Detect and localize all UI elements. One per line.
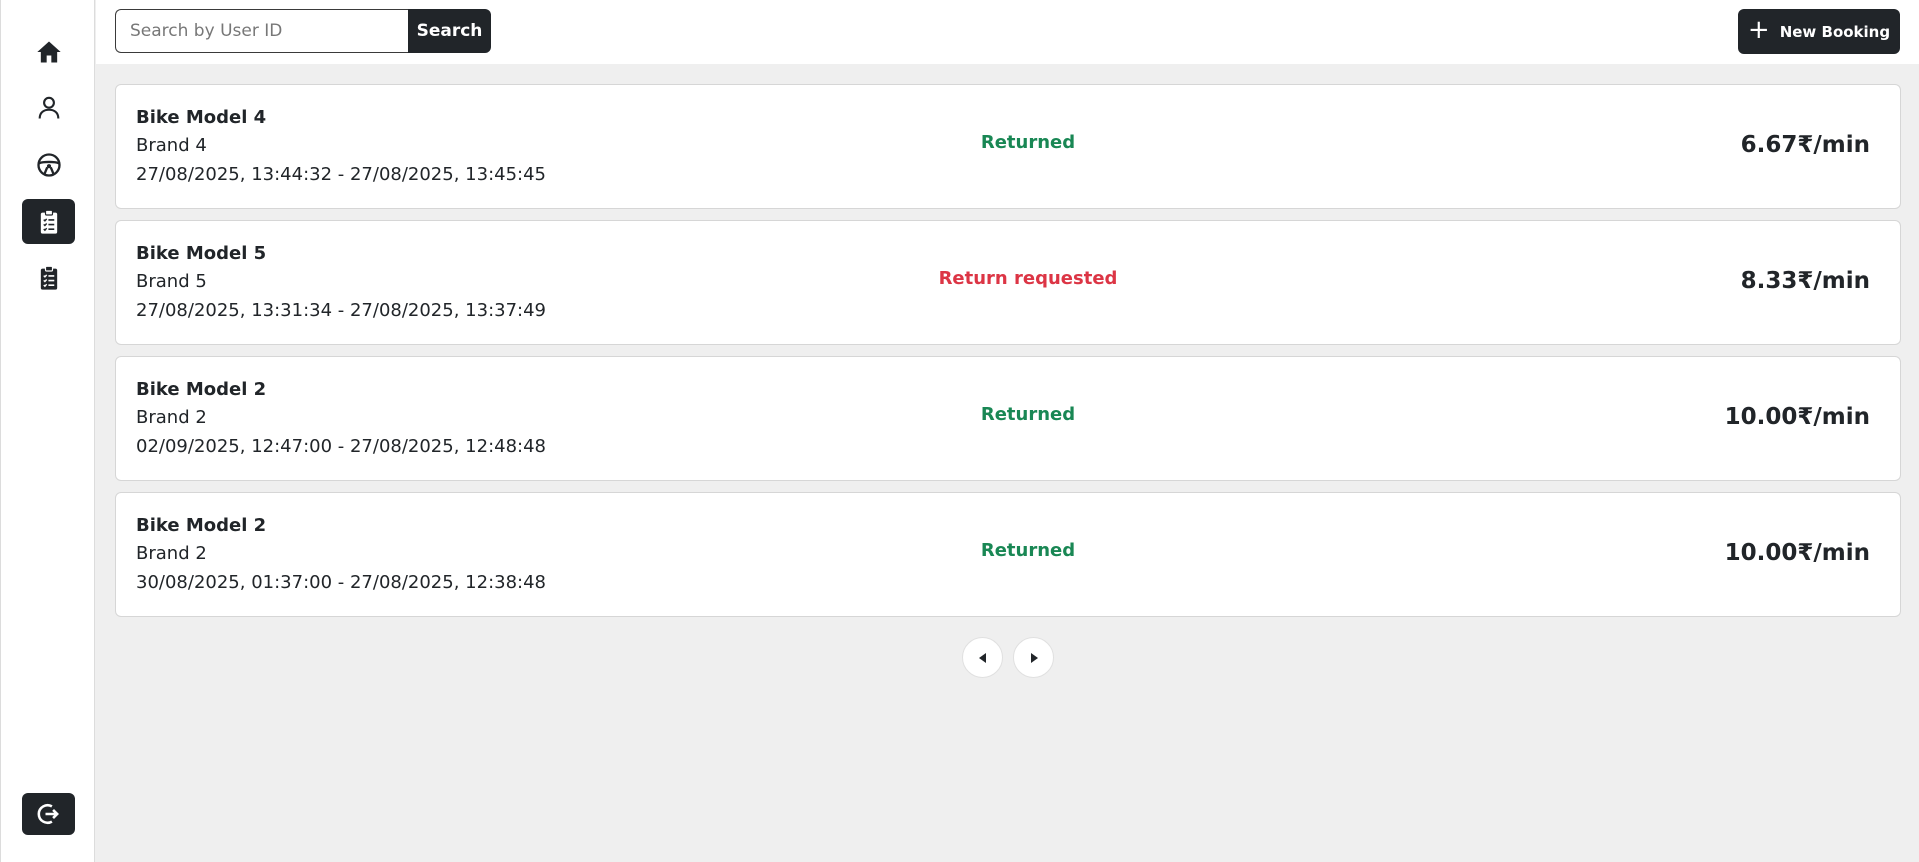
booking-price: 6.67₹/min — [1740, 132, 1870, 158]
search-button[interactable]: Search — [408, 9, 491, 53]
booking-dates: 30/08/2025, 01:37:00 - 27/08/2025, 12:38… — [136, 572, 547, 593]
booking-dates: 27/08/2025, 13:44:32 - 27/08/2025, 13:45… — [136, 164, 547, 185]
steering-wheel-icon — [36, 152, 61, 177]
logout-icon — [37, 803, 59, 825]
status-badge: Returned — [980, 540, 1076, 561]
new-booking-label: New Booking — [1779, 22, 1891, 41]
booking-price: 8.33₹/min — [1740, 268, 1870, 294]
bike-model: Bike Model 2 — [136, 515, 267, 536]
bike-model: Bike Model 4 — [136, 107, 267, 128]
caret-right-icon — [1030, 652, 1038, 663]
sidebar-item-vehicles[interactable] — [22, 142, 75, 187]
booking-card[interactable]: Bike Model 4 Brand 4 27/08/2025, 13:44:3… — [115, 84, 1901, 209]
search-input[interactable] — [115, 9, 408, 53]
booking-card[interactable]: Bike Model 5 Brand 5 27/08/2025, 13:31:3… — [115, 220, 1901, 345]
new-booking-button[interactable]: + New Booking — [1738, 9, 1900, 54]
booking-dates: 27/08/2025, 13:31:34 - 27/08/2025, 13:37… — [136, 300, 547, 321]
search-group: Search — [115, 9, 491, 53]
caret-left-icon — [978, 652, 986, 663]
sidebar — [0, 0, 95, 862]
booking-list: Bike Model 4 Brand 4 27/08/2025, 13:44:3… — [115, 84, 1901, 628]
status-badge: Returned — [980, 132, 1076, 153]
sidebar-item-requests[interactable] — [22, 255, 75, 300]
user-icon — [38, 96, 59, 119]
booking-dates: 02/09/2025, 12:47:00 - 27/08/2025, 12:48… — [136, 436, 547, 457]
status-badge: Returned — [980, 404, 1076, 425]
next-page-button[interactable] — [1013, 637, 1054, 678]
booking-card[interactable]: Bike Model 2 Brand 2 30/08/2025, 01:37:0… — [115, 492, 1901, 617]
home-icon — [36, 41, 61, 62]
previous-page-button[interactable] — [962, 637, 1003, 678]
sidebar-item-bookings[interactable] — [22, 199, 75, 244]
clipboard-checklist-icon — [40, 265, 57, 290]
plus-icon: + — [1747, 15, 1770, 45]
pagination — [962, 637, 1054, 678]
sidebar-item-profile[interactable] — [22, 85, 75, 130]
booking-price: 10.00₹/min — [1724, 540, 1870, 566]
logout-button[interactable] — [22, 793, 75, 835]
bike-model: Bike Model 5 — [136, 243, 267, 264]
clipboard-checklist-icon — [40, 209, 57, 234]
sidebar-item-home[interactable] — [22, 29, 75, 74]
booking-card[interactable]: Bike Model 2 Brand 2 02/09/2025, 12:47:0… — [115, 356, 1901, 481]
status-badge: Return requested — [938, 268, 1118, 289]
booking-price: 10.00₹/min — [1724, 404, 1870, 430]
bike-model: Bike Model 2 — [136, 379, 267, 400]
top-bar: Search + New Booking — [96, 0, 1919, 64]
